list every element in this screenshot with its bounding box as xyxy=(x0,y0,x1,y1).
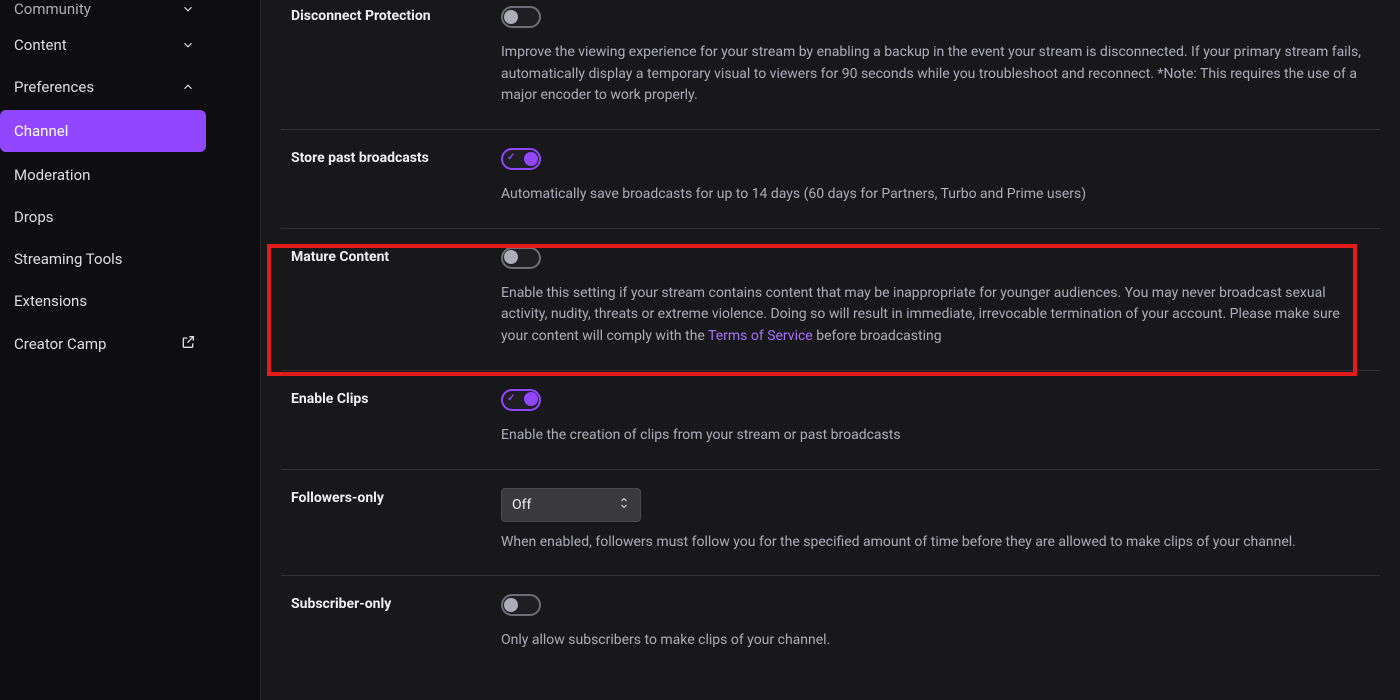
sidebar-item-label: Preferences xyxy=(14,78,94,96)
sidebar-item-content[interactable]: Content xyxy=(0,24,210,66)
setting-title: Enable Clips xyxy=(291,389,501,447)
sidebar-item-streaming-tools[interactable]: Streaming Tools xyxy=(0,238,210,280)
sidebar-item-label: Extensions xyxy=(14,292,87,310)
setting-description: Enable this setting if your stream conta… xyxy=(501,283,1370,348)
chevron-down-icon xyxy=(180,37,196,53)
setting-enable-clips: Enable Clips ✓ Enable the creation of cl… xyxy=(281,371,1380,470)
setting-mature-content: Mature Content Enable this setting if yo… xyxy=(281,229,1380,371)
setting-store-past-broadcasts: Store past broadcasts ✓ Automatically sa… xyxy=(281,130,1380,229)
settings-panel: Disconnect Protection Improve the viewin… xyxy=(260,0,1400,700)
sidebar-item-label: Channel xyxy=(14,122,68,140)
sidebar: Community Content Preferences Channel Mo… xyxy=(0,0,210,700)
followers-only-select[interactable]: Off xyxy=(501,488,641,522)
toggle-store-past-broadcasts[interactable]: ✓ xyxy=(501,148,541,170)
setting-description: Enable the creation of clips from your s… xyxy=(501,425,1370,447)
sidebar-item-label: Moderation xyxy=(14,166,90,184)
sidebar-item-drops[interactable]: Drops xyxy=(0,196,210,238)
sidebar-item-label: Creator Camp xyxy=(14,335,106,353)
sidebar-item-creator-camp[interactable]: Creator Camp xyxy=(0,322,210,366)
setting-title: Disconnect Protection xyxy=(291,6,501,107)
toggle-enable-clips[interactable]: ✓ xyxy=(501,389,541,411)
sidebar-item-label: Streaming Tools xyxy=(14,250,123,268)
mature-desc-post: before broadcasting xyxy=(813,328,942,344)
select-caret-icon xyxy=(618,497,630,513)
setting-title: Subscriber-only xyxy=(291,594,501,652)
setting-description: When enabled, followers must follow you … xyxy=(501,532,1370,554)
setting-followers-only: Followers-only Off When enabled, followe… xyxy=(281,470,1380,577)
external-link-icon xyxy=(180,334,196,354)
setting-title: Followers-only xyxy=(291,488,501,554)
sidebar-item-label: Content xyxy=(14,36,67,54)
chevron-down-icon xyxy=(180,1,196,17)
sidebar-item-extensions[interactable]: Extensions xyxy=(0,280,210,322)
sidebar-item-preferences[interactable]: Preferences xyxy=(0,66,210,108)
terms-of-service-link[interactable]: Terms of Service xyxy=(708,328,813,344)
sidebar-item-label: Community xyxy=(14,0,91,18)
sidebar-item-moderation[interactable]: Moderation xyxy=(0,154,210,196)
sidebar-item-community[interactable]: Community xyxy=(0,0,210,24)
select-value: Off xyxy=(512,497,531,513)
toggle-mature-content[interactable] xyxy=(501,247,541,269)
sidebar-item-channel[interactable]: Channel xyxy=(0,110,206,152)
setting-subscriber-only: Subscriber-only Only allow subscribers t… xyxy=(281,576,1380,674)
setting-disconnect-protection: Disconnect Protection Improve the viewin… xyxy=(281,0,1380,130)
toggle-disconnect-protection[interactable] xyxy=(501,6,541,28)
sidebar-item-label: Drops xyxy=(14,208,54,226)
setting-title: Store past broadcasts xyxy=(291,148,501,206)
chevron-up-icon xyxy=(180,79,196,95)
toggle-subscriber-only[interactable] xyxy=(501,594,541,616)
setting-description: Only allow subscribers to make clips of … xyxy=(501,630,1370,652)
setting-title: Mature Content xyxy=(291,247,501,348)
setting-description: Automatically save broadcasts for up to … xyxy=(501,184,1370,206)
setting-description: Improve the viewing experience for your … xyxy=(501,42,1370,107)
